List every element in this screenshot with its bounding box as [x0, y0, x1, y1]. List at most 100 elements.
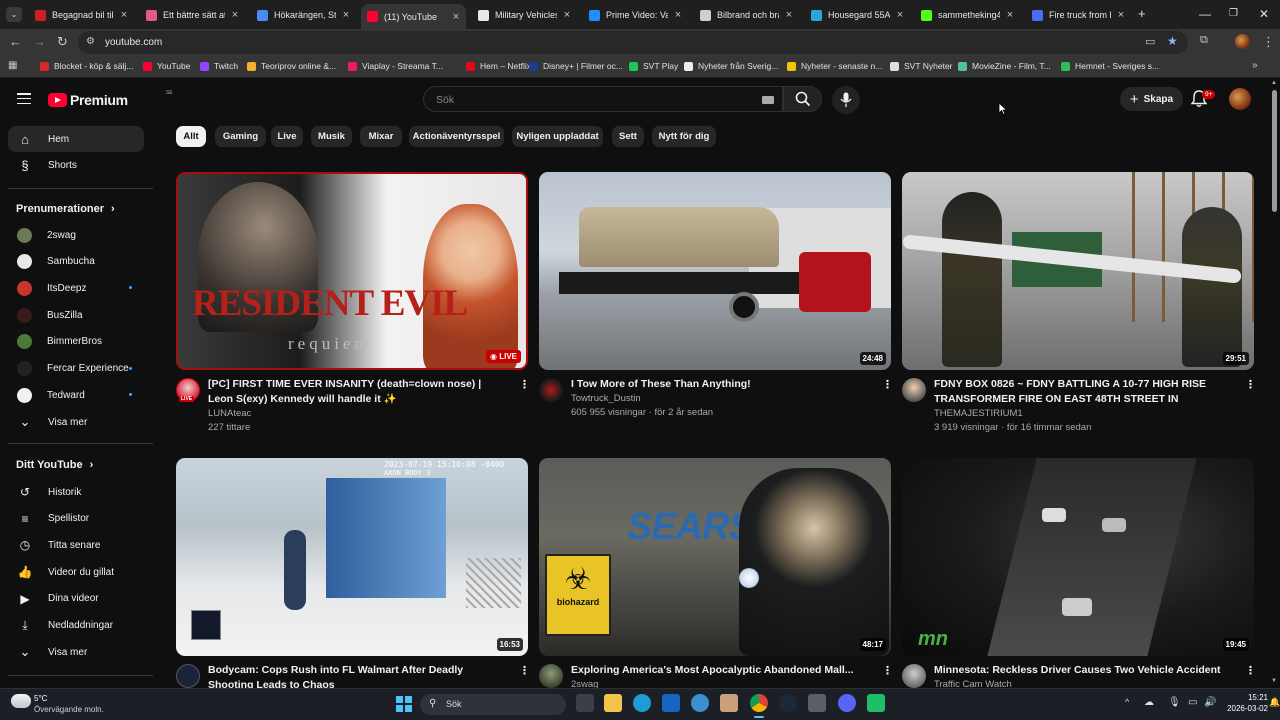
filter-chip[interactable]: Actionäventyrsspel — [409, 126, 504, 147]
more-options-icon[interactable]: ⋮ — [519, 378, 530, 391]
sidebar-item[interactable]: ◷ Titta senare — [8, 532, 144, 558]
browser-tab[interactable]: Fire truck from Eu × — [1026, 4, 1131, 26]
sidebar-subscription[interactable]: ItsDeepz — [8, 275, 144, 301]
sidebar-item-shorts[interactable]: § Shorts — [8, 152, 144, 178]
filter-chip[interactable]: Mixar — [360, 126, 402, 147]
browser-tab[interactable]: sammetheking45 × — [915, 4, 1020, 26]
tab-close-icon[interactable]: × — [894, 9, 906, 21]
network-icon[interactable]: ▭ — [1188, 697, 1197, 708]
browser-tab[interactable]: Bilbrand och bran × — [694, 4, 799, 26]
taskbar-clock[interactable]: 15:21 2026-03-02 — [1220, 692, 1268, 714]
channel-name[interactable]: Towtruck_Dustin — [571, 392, 641, 407]
bookmarks-overflow-icon[interactable]: » — [1252, 60, 1258, 71]
chrome-icon[interactable] — [750, 694, 768, 712]
browser-tab[interactable]: Military Vehicles F × — [472, 4, 577, 26]
bookmark-item[interactable]: Nyheter - senaste n... — [787, 61, 882, 71]
bookmark-item[interactable]: SVT Nyheter — [890, 61, 953, 71]
voice-search-button[interactable] — [832, 86, 860, 114]
more-options-icon[interactable]: ⋮ — [1245, 378, 1256, 391]
tray-overflow-icon[interactable]: ^ — [1125, 697, 1129, 707]
tab-search-button[interactable]: ⌄ — [6, 7, 22, 22]
bookmark-item[interactable]: Twitch — [200, 61, 238, 71]
video-thumbnail[interactable]: RESIDENT EVIL requiem ◉ LIVE — [176, 172, 528, 370]
browser-tab[interactable]: Ett bättre sätt att × — [140, 4, 245, 26]
filter-chip[interactable]: Musik — [311, 126, 352, 147]
channel-avatar[interactable] — [902, 664, 926, 688]
browser-tab[interactable]: Hökarängen, Stoc × — [251, 4, 356, 26]
sidebar-subscription[interactable]: BimmerBros — [8, 329, 144, 355]
maximize-icon[interactable]: ❐ — [1229, 8, 1238, 19]
bookmark-item[interactable]: Nyheter från Sverig... — [684, 61, 778, 71]
video-thumbnail[interactable]: 29:51 — [902, 172, 1254, 370]
more-options-icon[interactable]: ⋮ — [882, 664, 893, 677]
forward-icon[interactable]: → — [33, 34, 46, 49]
filter-chip[interactable]: Nyligen uppladdat — [512, 126, 603, 147]
more-options-icon[interactable]: ⋮ — [1245, 664, 1256, 677]
channel-avatar[interactable] — [539, 378, 563, 402]
more-options-icon[interactable]: ⋮ — [882, 378, 893, 391]
video-title[interactable]: [PC] FIRST TIME EVER INSANITY (death=clo… — [208, 377, 508, 406]
browser-tab[interactable]: Housegard 55A b × — [805, 4, 910, 26]
channel-name[interactable]: THEMAJESTIRIUM1 — [934, 407, 1023, 422]
sidebar-item[interactable]: ▶ Dina videor — [8, 586, 144, 612]
tab-close-icon[interactable]: × — [1004, 9, 1016, 21]
reload-icon[interactable]: ↻ — [57, 34, 68, 50]
channel-name[interactable]: LUNAteac — [208, 407, 251, 422]
bookmark-item[interactable]: Hemnet - Sveriges s... — [1061, 61, 1159, 71]
search-box[interactable]: Sök — [423, 86, 783, 112]
xbox-icon[interactable] — [691, 694, 709, 712]
sidebar-subscription[interactable]: Fercar Experience — [8, 356, 144, 382]
bookmark-item[interactable]: Hem – Netflix — [466, 61, 531, 71]
tab-close-icon[interactable]: × — [340, 9, 352, 21]
file-explorer-icon[interactable] — [604, 694, 622, 712]
channel-avatar[interactable] — [176, 664, 200, 688]
bookmark-item[interactable]: Blocket - köp & sälj... — [40, 61, 133, 71]
menu-dots-icon[interactable]: ⋮ — [1262, 34, 1275, 50]
cloud-sync-icon[interactable]: ☁ — [1144, 697, 1154, 708]
task-view-icon[interactable] — [576, 694, 594, 712]
tab-close-icon[interactable]: × — [783, 9, 795, 21]
notification-center-icon[interactable]: 🔔 — [1269, 697, 1280, 708]
filter-chip[interactable]: Gaming — [215, 126, 266, 147]
hamburger-menu-icon[interactable] — [17, 93, 31, 105]
app-icon[interactable] — [720, 694, 738, 712]
profile-avatar[interactable] — [1235, 34, 1250, 49]
filter-chip[interactable]: Sett — [612, 126, 644, 147]
outlook-icon[interactable] — [662, 694, 680, 712]
edge-browser-icon[interactable] — [633, 694, 651, 712]
bookmark-item[interactable]: Viaplay - Streama T... — [348, 61, 443, 71]
tab-close-icon[interactable]: × — [672, 9, 684, 21]
filter-chip[interactable]: Allt — [176, 126, 206, 147]
tab-close-icon[interactable]: × — [118, 9, 130, 21]
search-input[interactable]: Sök — [436, 94, 454, 106]
tab-close-icon[interactable]: × — [561, 9, 573, 21]
address-bar[interactable]: ⚙ youtube.com ▭ ★ — [78, 31, 1188, 54]
video-title[interactable]: Minnesota: Reckless Driver Causes Two Ve… — [934, 663, 1234, 678]
sidebar-subscription[interactable]: Sambucha — [8, 249, 144, 275]
tab-close-icon[interactable]: × — [450, 11, 462, 23]
browser-tab[interactable]: Begagnad bil till s × — [29, 4, 134, 26]
video-thumbnail[interactable]: 2023-07-19 15:10:08 -0400 AXON BODY 3 16… — [176, 458, 528, 656]
tab-close-icon[interactable]: × — [229, 9, 241, 21]
new-tab-button[interactable]: + — [1138, 6, 1146, 21]
bookmark-item[interactable]: MovieZine - Film, T... — [958, 61, 1051, 71]
channel-avatar[interactable] — [539, 664, 563, 688]
apps-grid-icon[interactable]: ▦ — [8, 60, 17, 71]
video-thumbnail[interactable]: SEARS ☣ biohazard 48:17 — [539, 458, 891, 656]
taskbar-search[interactable]: ⚲ Sök — [420, 694, 566, 715]
steam-icon[interactable] — [779, 694, 797, 712]
sidebar-item[interactable]: 👍 Videor du gillat — [8, 559, 144, 585]
show-more-your-youtube[interactable]: ⌄ Visa mer — [8, 639, 144, 665]
bookmark-item[interactable]: YouTube — [143, 61, 190, 71]
bookmark-item[interactable]: Disney+ | Filmer oc... — [529, 61, 623, 71]
back-icon[interactable]: ← — [9, 34, 22, 49]
filter-chip[interactable]: Live — [271, 126, 303, 147]
video-title[interactable]: Bodycam: Cops Rush into FL Walmart After… — [208, 663, 508, 688]
bookmark-star-icon[interactable]: ★ — [1167, 34, 1178, 48]
app-icon[interactable] — [867, 694, 885, 712]
sidebar-item[interactable]: ↺ Historik — [8, 479, 144, 505]
cast-icon[interactable]: ▭ — [1145, 35, 1155, 48]
weather-description[interactable]: Övervägande moln. — [34, 705, 104, 714]
browser-tab[interactable]: Prime Video: Vaka × — [583, 4, 688, 26]
sidebar-item[interactable]: ⤓ Nedladdningar — [8, 613, 144, 639]
